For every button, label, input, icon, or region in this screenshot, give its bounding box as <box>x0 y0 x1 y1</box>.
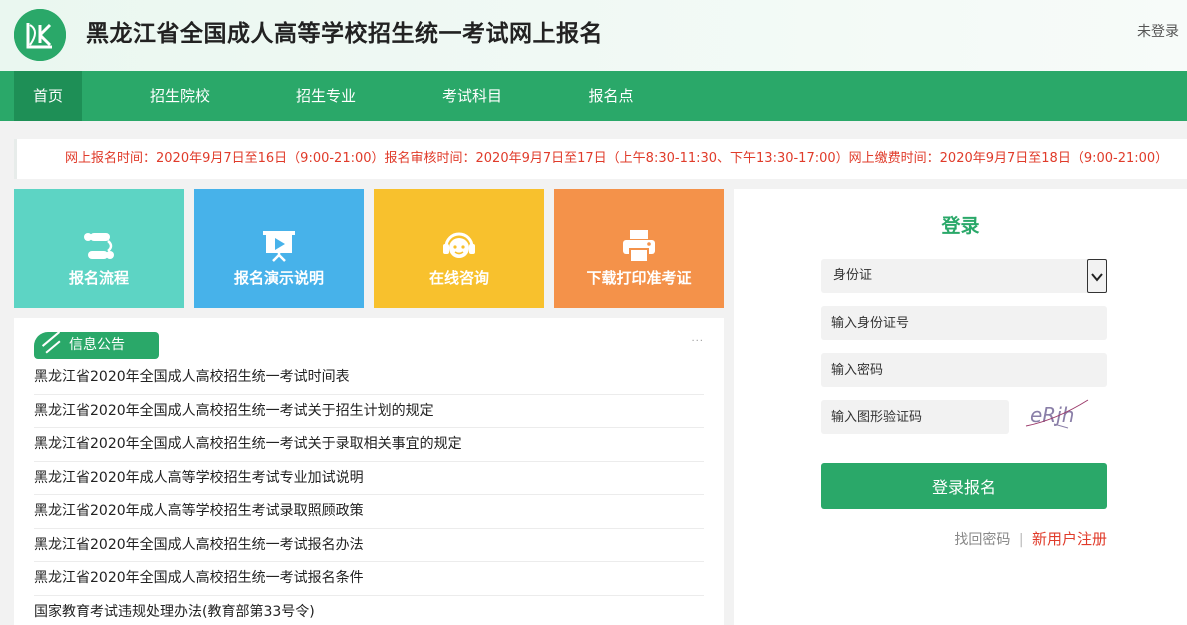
captcha-image[interactable]: eRjh <box>1024 394 1090 434</box>
news-list: 黑龙江省2020年全国成人高校招生统一考试时间表 黑龙江省2020年全国成人高校… <box>34 361 704 625</box>
headset-icon <box>440 227 478 265</box>
nav-item-home[interactable]: 首页 <box>14 71 82 121</box>
nav-item-subjects[interactable]: 考试科目 <box>432 71 512 121</box>
tile-label: 在线咨询 <box>428 269 489 287</box>
presentation-icon <box>260 227 298 265</box>
news-item[interactable]: 黑龙江省2020年全国成人高校招生统一考试时间表 <box>34 361 704 395</box>
news-tab[interactable]: 信息公告 <box>34 331 159 359</box>
link-separator: | <box>1018 532 1024 548</box>
nav-item-majors[interactable]: 招生专业 <box>286 71 366 121</box>
news-item[interactable]: 国家教育考试违规处理办法(教育部第33号令) <box>34 596 704 625</box>
news-item[interactable]: 黑龙江省2020年全国成人高校招生统一考试报名条件 <box>34 562 704 596</box>
site-title: 黑龙江省全国成人高等学校招生统一考试网上报名 <box>86 20 603 47</box>
chevron-down-icon[interactable] <box>1087 259 1107 293</box>
news-panel: 信息公告 ··· 黑龙江省2020年全国成人高校招生统一考试时间表 黑龙江省20… <box>14 318 724 625</box>
news-item[interactable]: 黑龙江省2020年全国成人高校招生统一考试报名办法 <box>34 529 704 562</box>
news-item[interactable]: 黑龙江省2020年成人高等学校招生考试录取照顾政策 <box>34 495 704 529</box>
tile-print-admission[interactable]: 下载打印准考证 <box>554 189 724 308</box>
news-item[interactable]: 黑龙江省2020年全国成人高校招生统一考试关于招生计划的规定 <box>34 395 704 428</box>
news-item[interactable]: 黑龙江省2020年成人高等学校招生考试专业加试说明 <box>34 462 704 495</box>
notice-text: 网上报名时间：2020年9月7日至16日（9:00-21:00）报名审核时间：2… <box>65 151 1169 166</box>
login-submit-button[interactable]: 登录报名 <box>821 463 1107 509</box>
tile-label: 报名流程 <box>68 269 129 287</box>
nav-item-schools[interactable]: 招生院校 <box>140 71 220 121</box>
login-status[interactable]: 未登录 <box>1137 21 1179 41</box>
tile-demo-guide[interactable]: 报名演示说明 <box>194 189 364 308</box>
login-links: 找回密码 | 新用户注册 <box>954 528 1107 549</box>
notice-bar: 网上报名时间：2020年9月7日至16日（9:00-21:00）报名审核时间：2… <box>14 139 1187 179</box>
tile-online-consult[interactable]: 在线咨询 <box>374 189 544 308</box>
register-link[interactable]: 新用户注册 <box>1032 530 1107 548</box>
id-number-input[interactable] <box>821 306 1107 340</box>
forgot-password-link[interactable]: 找回密码 <box>954 532 1010 548</box>
tile-label: 下载打印准考证 <box>586 269 692 287</box>
captcha-input[interactable] <box>821 400 1009 434</box>
id-type-select[interactable]: 身份证 <box>821 259 1107 293</box>
more-link[interactable]: ··· <box>691 336 704 347</box>
password-input[interactable] <box>821 353 1107 387</box>
login-panel: 登录 身份证 eRjh 登录报名 找回密码 | 新用户注册 <box>734 189 1187 625</box>
site-logo[interactable] <box>14 9 66 61</box>
login-title: 登录 <box>941 215 980 237</box>
tile-registration-flow[interactable]: 报名流程 <box>14 189 184 308</box>
main-nav: 首页 招生院校 招生专业 考试科目 报名点 <box>0 71 1187 121</box>
tile-label: 报名演示说明 <box>233 269 324 287</box>
site-header: 黑龙江省全国成人高等学校招生统一考试网上报名 未登录 <box>0 0 1187 71</box>
flow-icon <box>80 227 118 265</box>
news-tab-label: 信息公告 <box>69 337 125 353</box>
printer-icon <box>620 227 658 265</box>
id-type-value: 身份证 <box>833 268 873 283</box>
logo-icon <box>14 9 66 61</box>
news-item[interactable]: 黑龙江省2020年全国成人高校招生统一考试关于录取相关事宜的规定 <box>34 428 704 462</box>
nav-item-sites[interactable]: 报名点 <box>577 71 645 121</box>
